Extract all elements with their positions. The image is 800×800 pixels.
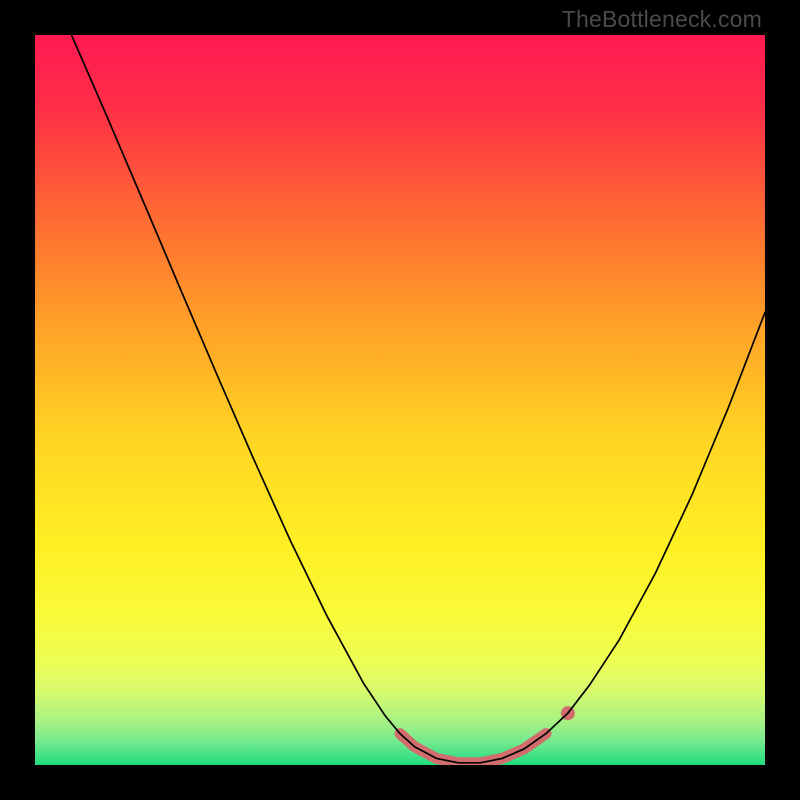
main-curve	[72, 35, 766, 763]
chart-frame: TheBottleneck.com	[0, 0, 800, 800]
watermark-text: TheBottleneck.com	[562, 6, 762, 33]
curve-layer	[35, 35, 765, 765]
plot-area	[35, 35, 765, 765]
